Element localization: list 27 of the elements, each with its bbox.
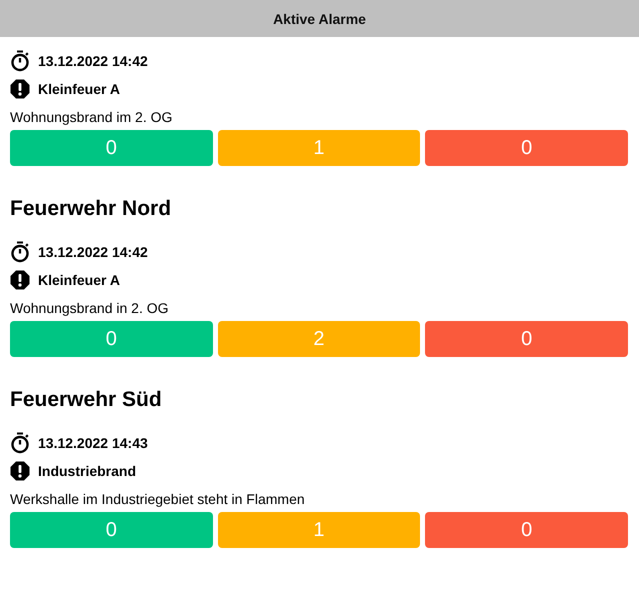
- count-button[interactable]: 0: [10, 512, 213, 548]
- alarm-keyword: Kleinfeuer A: [38, 81, 120, 97]
- alarm-keyword: Kleinfeuer A: [38, 272, 120, 288]
- alarm-time: 13.12.2022 14:42: [38, 53, 148, 69]
- alarm-description: Wohnungsbrand in 2. OG: [10, 299, 170, 318]
- alarm-description: Werkshalle im Industriegebiet steht in Flammen: [10, 490, 306, 509]
- unit-heading: Feuerwehr Nord: [10, 196, 172, 222]
- count-button[interactable]: 0: [425, 130, 628, 166]
- alarm-description: Wohnungsbrand im 2. OG: [10, 108, 174, 127]
- count-button[interactable]: 0: [10, 130, 213, 166]
- stopwatch-icon: [10, 432, 30, 454]
- alarm-time: 13.12.2022 14:43: [38, 435, 148, 451]
- count-button[interactable]: 1: [218, 512, 420, 548]
- header-title: Aktive Alarme: [273, 10, 366, 26]
- count-button[interactable]: 0: [10, 321, 213, 357]
- alert-icon: [10, 461, 30, 481]
- alert-icon: [10, 270, 30, 290]
- stopwatch-icon: [10, 241, 30, 263]
- alarm-keyword: Industriebrand: [38, 463, 136, 479]
- stopwatch-icon: [10, 50, 30, 72]
- count-button[interactable]: 1: [218, 130, 420, 166]
- alert-icon: [10, 79, 30, 99]
- alarm-time: 13.12.2022 14:42: [38, 244, 148, 260]
- count-button[interactable]: 0: [425, 512, 628, 548]
- count-button[interactable]: 0: [425, 321, 628, 357]
- count-button[interactable]: 2: [218, 321, 420, 357]
- unit-heading: Feuerwehr Süd: [10, 387, 163, 413]
